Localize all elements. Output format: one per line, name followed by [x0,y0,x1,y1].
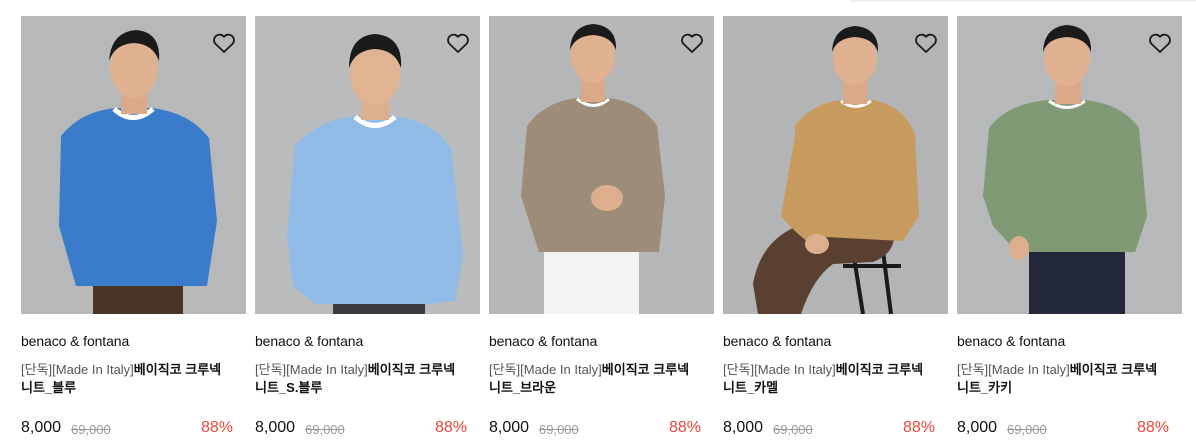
sale-price: 8,000 [957,419,998,436]
product-image[interactable] [21,16,246,314]
heart-outline-icon[interactable] [914,32,938,54]
product-card[interactable]: benaco & fontana [단독][Made In Italy]베이직코… [957,16,1182,447]
product-card[interactable]: benaco & fontana [단독][Made In Italy]베이직코… [21,16,246,447]
heart-outline-icon[interactable] [1148,32,1172,54]
model-illustration [255,16,480,314]
brand-name[interactable]: benaco & fontana [21,332,246,350]
product-title[interactable]: [단독][Made In Italy]베이직코 크루넥 니트_카키 [957,361,1162,397]
product-grid: benaco & fontana [단독][Made In Italy]베이직코… [0,0,1196,447]
product-card[interactable]: benaco & fontana [단독][Made In Italy]베이직코… [489,16,714,447]
heart-outline-icon[interactable] [446,32,470,54]
brand-name[interactable]: benaco & fontana [255,332,480,350]
original-price: 69,000 [71,422,111,437]
discount-rate: 88% [200,419,233,436]
product-image[interactable] [489,16,714,314]
sale-price: 8,000 [489,419,530,436]
heart-outline-icon[interactable] [680,32,704,54]
model-illustration [21,16,246,314]
product-image[interactable] [957,16,1182,314]
sale-price: 8,000 [21,419,62,436]
model-illustration [723,16,948,314]
model-illustration [489,16,714,314]
price-row: 8,000 69,000 88% [255,416,467,440]
discount-rate: 88% [668,419,701,436]
title-tag: [단독][Made In Italy] [957,362,1070,377]
product-image[interactable] [255,16,480,314]
title-tag: [단독][Made In Italy] [723,362,836,377]
original-price: 69,000 [305,422,345,437]
product-title[interactable]: [단독][Made In Italy]베이직코 크루넥 니트_카멜 [723,361,928,397]
heart-outline-icon[interactable] [212,32,236,54]
brand-name[interactable]: benaco & fontana [489,332,714,350]
product-title[interactable]: [단독][Made In Italy]베이직코 크루넥 니트_S.블루 [255,361,460,397]
product-title[interactable]: [단독][Made In Italy]베이직코 크루넥 니트_블루 [21,361,226,397]
original-price: 69,000 [1007,422,1047,437]
title-tag: [단독][Made In Italy] [255,362,368,377]
discount-rate: 88% [1136,419,1169,436]
sale-price: 8,000 [255,419,296,436]
sale-price: 8,000 [723,419,764,436]
product-card[interactable]: benaco & fontana [단독][Made In Italy]베이직코… [255,16,480,447]
price-row: 8,000 69,000 88% [489,416,701,440]
product-card[interactable]: benaco & fontana [단독][Made In Italy]베이직코… [723,16,948,447]
title-tag: [단독][Made In Italy] [489,362,602,377]
price-row: 8,000 69,000 88% [957,416,1169,440]
model-illustration [957,16,1182,314]
header-shadow [850,0,1196,3]
brand-name[interactable]: benaco & fontana [723,332,948,350]
sweater [59,108,217,286]
original-price: 69,000 [773,422,813,437]
brand-name[interactable]: benaco & fontana [957,332,1182,350]
price-row: 8,000 69,000 88% [723,416,935,440]
product-title[interactable]: [단독][Made In Italy]베이직코 크루넥 니트_브라운 [489,361,694,397]
product-image[interactable] [723,16,948,314]
price-row: 8,000 69,000 88% [21,416,233,440]
title-tag: [단독][Made In Italy] [21,362,134,377]
original-price: 69,000 [539,422,579,437]
discount-rate: 88% [902,419,935,436]
discount-rate: 88% [434,419,467,436]
